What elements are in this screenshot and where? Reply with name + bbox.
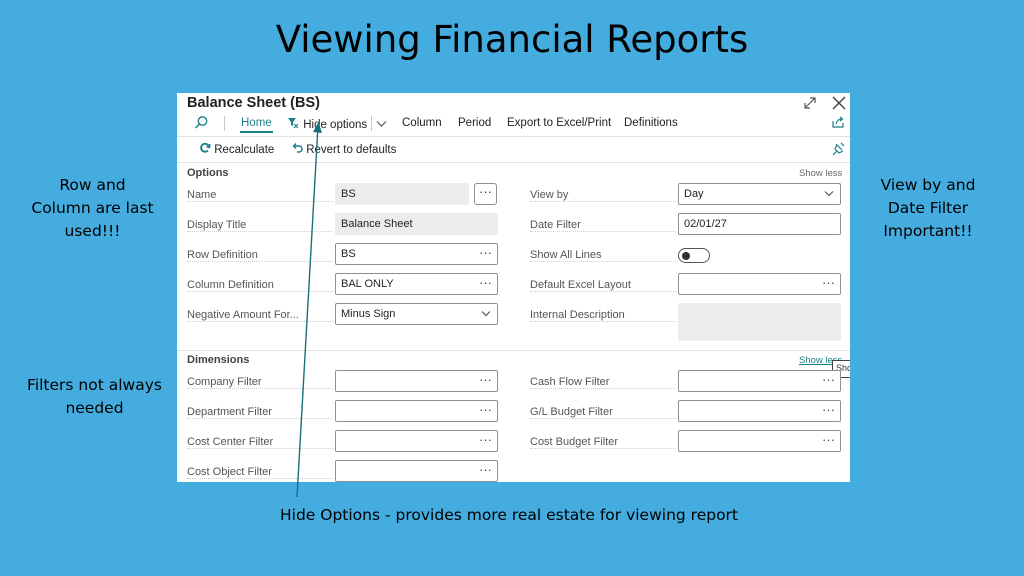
annotation-arrow bbox=[296, 122, 322, 498]
